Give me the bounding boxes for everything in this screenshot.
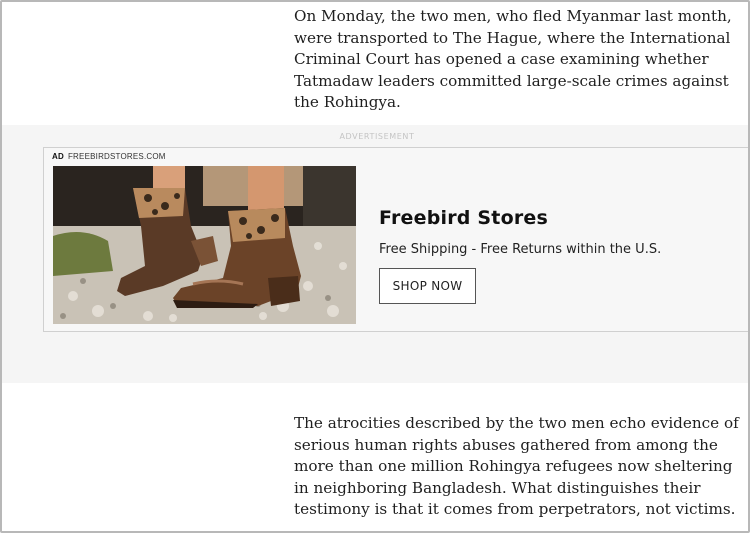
ad-badge: AD <box>52 152 64 161</box>
ad-image-boots[interactable] <box>53 166 356 324</box>
advertisement-label: ADVERTISEMENT <box>339 132 415 141</box>
page-frame: On Monday, the two men, who fled Myanmar… <box>0 0 750 533</box>
ad-source[interactable]: AD FREEBIRDSTORES.COM <box>52 152 166 161</box>
advertisement-band: ADVERTISEMENT AD FREEBIRDSTORES.COM Free… <box>2 125 748 383</box>
article-paragraph-top: On Monday, the two men, who fled Myanmar… <box>294 7 732 112</box>
ad-description: Free Shipping - Free Returns within the … <box>379 242 662 257</box>
boots-photo-illustration <box>53 166 356 324</box>
shop-now-button[interactable]: SHOP NOW <box>379 268 476 304</box>
ad-title[interactable]: Freebird Stores <box>379 207 548 229</box>
article-paragraph-bottom: The atrocities described by the two men … <box>294 414 739 519</box>
ad-card[interactable]: AD FREEBIRDSTORES.COM Freebird Stores Fr… <box>43 147 748 332</box>
ad-source-domain[interactable]: FREEBIRDSTORES.COM <box>68 152 166 161</box>
